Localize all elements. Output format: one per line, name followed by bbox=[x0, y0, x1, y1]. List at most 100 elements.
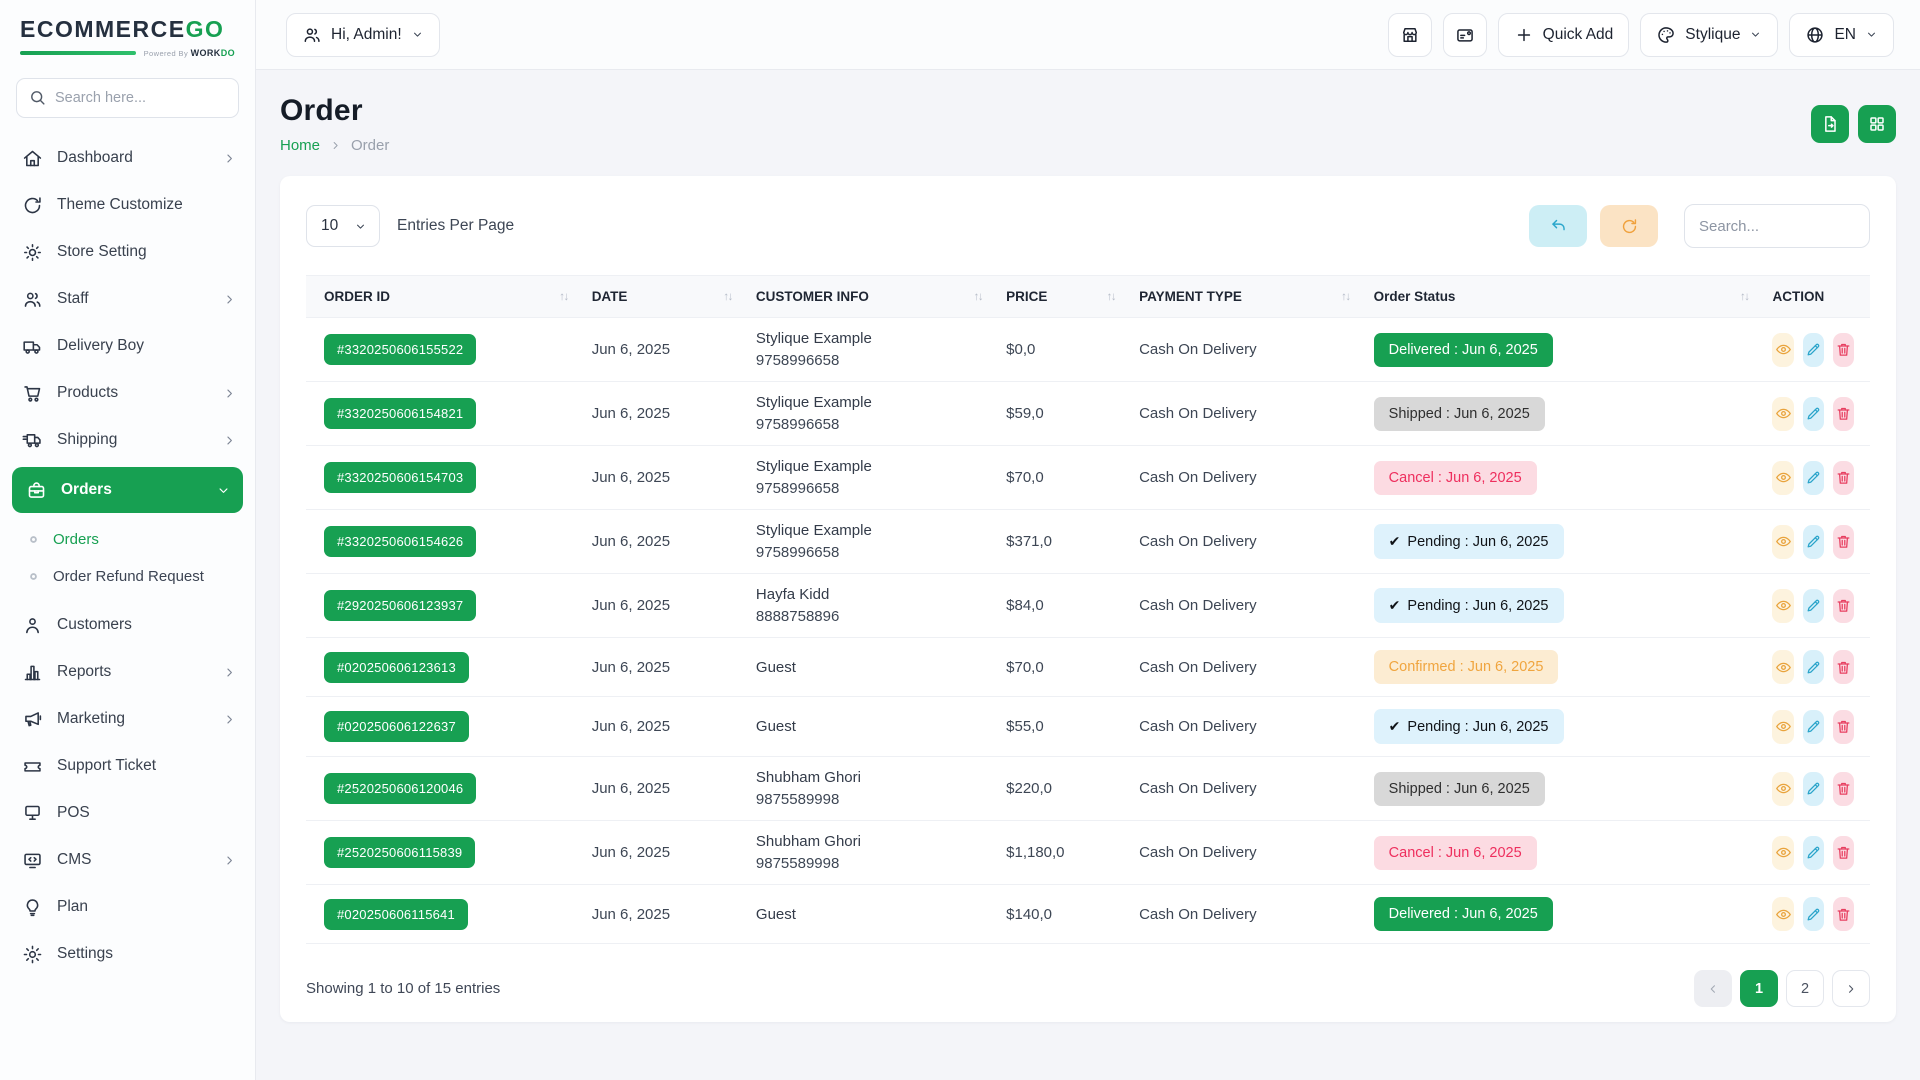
sidebar-item-shipping[interactable]: Shipping bbox=[0, 417, 255, 463]
edit-order-button[interactable] bbox=[1803, 333, 1824, 367]
order-id-badge[interactable]: #2920250606123937 bbox=[324, 590, 476, 621]
delete-order-button[interactable] bbox=[1833, 772, 1854, 806]
view-order-button[interactable] bbox=[1772, 333, 1793, 367]
quick-add-button[interactable]: Quick Add bbox=[1498, 13, 1630, 57]
table-search-input[interactable] bbox=[1684, 204, 1870, 248]
order-id-badge[interactable]: #2520250606115839 bbox=[324, 837, 475, 868]
table-row: #2520250606115839Jun 6, 2025Shubham Ghor… bbox=[306, 821, 1870, 885]
cell-customer-info: Stylique Example9758996658 bbox=[744, 446, 994, 510]
customer-phone: 9758996658 bbox=[756, 544, 982, 561]
home-icon bbox=[22, 148, 43, 169]
language-select-button[interactable]: EN bbox=[1789, 13, 1894, 57]
sidebar-item-support-ticket[interactable]: Support Ticket bbox=[0, 743, 255, 789]
entries-summary: Showing 1 to 10 of 15 entries bbox=[306, 980, 500, 997]
brand-logo: ECOMMERCEGO Powered By WORKDO bbox=[0, 0, 255, 64]
sidebar-item-dashboard[interactable]: Dashboard bbox=[0, 135, 255, 181]
delete-order-button[interactable] bbox=[1833, 650, 1854, 684]
view-order-button[interactable] bbox=[1772, 589, 1793, 623]
pagination: 12 bbox=[1694, 970, 1870, 1007]
breadcrumb-home-link[interactable]: Home bbox=[280, 137, 320, 154]
sidebar-item-marketing[interactable]: Marketing bbox=[0, 696, 255, 742]
grid-view-button[interactable] bbox=[1858, 105, 1896, 143]
sidebar-search-input[interactable] bbox=[16, 78, 239, 118]
delete-order-button[interactable] bbox=[1833, 589, 1854, 623]
reset-filter-button[interactable] bbox=[1529, 205, 1587, 247]
entries-per-page-select[interactable]: 10 bbox=[306, 205, 380, 247]
column-header-order-id[interactable]: ORDER ID↑↓ bbox=[306, 276, 580, 318]
order-id-badge[interactable]: #3320250606155522 bbox=[324, 334, 476, 365]
column-header-customer-info[interactable]: CUSTOMER INFO↑↓ bbox=[744, 276, 994, 318]
view-order-button[interactable] bbox=[1772, 836, 1793, 870]
pencil-icon bbox=[1805, 597, 1822, 614]
cell-payment-type: Cash On Delivery bbox=[1127, 757, 1362, 821]
order-status-badge: ✔Pending : Jun 6, 2025 bbox=[1374, 588, 1564, 623]
page-button-1[interactable]: 1 bbox=[1740, 970, 1778, 1007]
sidebar-subitem-orders[interactable]: Orders bbox=[0, 521, 255, 558]
order-id-badge[interactable]: #020250606123613 bbox=[324, 652, 469, 683]
theme-select-button[interactable]: Stylique bbox=[1640, 13, 1778, 57]
column-header-price[interactable]: PRICE↑↓ bbox=[994, 276, 1127, 318]
sidebar-item-orders[interactable]: Orders bbox=[12, 467, 243, 513]
order-id-badge[interactable]: #020250606122637 bbox=[324, 711, 469, 742]
delete-order-button[interactable] bbox=[1833, 525, 1854, 559]
sidebar-subitem-order-refund-request[interactable]: Order Refund Request bbox=[0, 558, 255, 595]
sidebar-item-customers[interactable]: Customers bbox=[0, 602, 255, 648]
next-page-button[interactable] bbox=[1832, 970, 1870, 1007]
view-order-button[interactable] bbox=[1772, 710, 1793, 744]
delete-order-button[interactable] bbox=[1833, 897, 1854, 931]
edit-order-button[interactable] bbox=[1803, 589, 1824, 623]
column-label: Order Status bbox=[1374, 289, 1456, 304]
edit-order-button[interactable] bbox=[1803, 525, 1824, 559]
table-row: #3320250606155522Jun 6, 2025Stylique Exa… bbox=[306, 318, 1870, 382]
sidebar-item-pos[interactable]: POS bbox=[0, 790, 255, 836]
edit-order-button[interactable] bbox=[1803, 897, 1824, 931]
view-order-button[interactable] bbox=[1772, 772, 1793, 806]
order-id-badge[interactable]: #2520250606120046 bbox=[324, 773, 476, 804]
delete-order-button[interactable] bbox=[1833, 836, 1854, 870]
trash-icon bbox=[1835, 533, 1852, 550]
delete-order-button[interactable] bbox=[1833, 710, 1854, 744]
refresh-button[interactable] bbox=[1600, 205, 1658, 247]
order-id-badge[interactable]: #3320250606154626 bbox=[324, 526, 476, 557]
edit-order-button[interactable] bbox=[1803, 650, 1824, 684]
trash-icon bbox=[1835, 718, 1852, 735]
sidebar-item-plan[interactable]: Plan bbox=[0, 884, 255, 930]
export-button[interactable] bbox=[1811, 105, 1849, 143]
sidebar-item-theme-customize[interactable]: Theme Customize bbox=[0, 182, 255, 228]
column-header-payment-type[interactable]: PAYMENT TYPE↑↓ bbox=[1127, 276, 1362, 318]
previous-page-button[interactable] bbox=[1694, 970, 1732, 1007]
sidebar-item-reports[interactable]: Reports bbox=[0, 649, 255, 695]
sidebar-item-products[interactable]: Products bbox=[0, 370, 255, 416]
sidebar-item-cms[interactable]: CMS bbox=[0, 837, 255, 883]
edit-order-button[interactable] bbox=[1803, 710, 1824, 744]
order-id-badge[interactable]: #020250606115641 bbox=[324, 899, 468, 930]
view-order-button[interactable] bbox=[1772, 461, 1793, 495]
page-button-2[interactable]: 2 bbox=[1786, 970, 1824, 1007]
column-header-date[interactable]: DATE↑↓ bbox=[580, 276, 744, 318]
sidebar-item-store-setting[interactable]: Store Setting bbox=[0, 229, 255, 275]
email-templates-button[interactable] bbox=[1443, 13, 1487, 57]
delete-order-button[interactable] bbox=[1833, 397, 1854, 431]
storefront-button[interactable] bbox=[1388, 13, 1432, 57]
sidebar-item-staff[interactable]: Staff bbox=[0, 276, 255, 322]
order-id-badge[interactable]: #3320250606154703 bbox=[324, 462, 476, 493]
table-row: #3320250606154626Jun 6, 2025Stylique Exa… bbox=[306, 510, 1870, 574]
edit-order-button[interactable] bbox=[1803, 836, 1824, 870]
view-order-button[interactable] bbox=[1772, 897, 1793, 931]
admin-menu-button[interactable]: Hi, Admin! bbox=[286, 13, 440, 57]
view-order-button[interactable] bbox=[1772, 650, 1793, 684]
order-id-badge[interactable]: #3320250606154821 bbox=[324, 398, 476, 429]
view-order-button[interactable] bbox=[1772, 397, 1793, 431]
edit-order-button[interactable] bbox=[1803, 397, 1824, 431]
cell-date: Jun 6, 2025 bbox=[580, 757, 744, 821]
cell-payment-type: Cash On Delivery bbox=[1127, 885, 1362, 944]
edit-order-button[interactable] bbox=[1803, 461, 1824, 495]
delete-order-button[interactable] bbox=[1833, 333, 1854, 367]
delete-order-button[interactable] bbox=[1833, 461, 1854, 495]
sidebar-item-delivery-boy[interactable]: Delivery Boy bbox=[0, 323, 255, 369]
view-order-button[interactable] bbox=[1772, 525, 1793, 559]
column-header-order-status[interactable]: Order Status↑↓ bbox=[1362, 276, 1761, 318]
entries-per-page-value: 10 bbox=[321, 217, 338, 235]
edit-order-button[interactable] bbox=[1803, 772, 1824, 806]
sidebar-item-settings[interactable]: Settings bbox=[0, 931, 255, 977]
